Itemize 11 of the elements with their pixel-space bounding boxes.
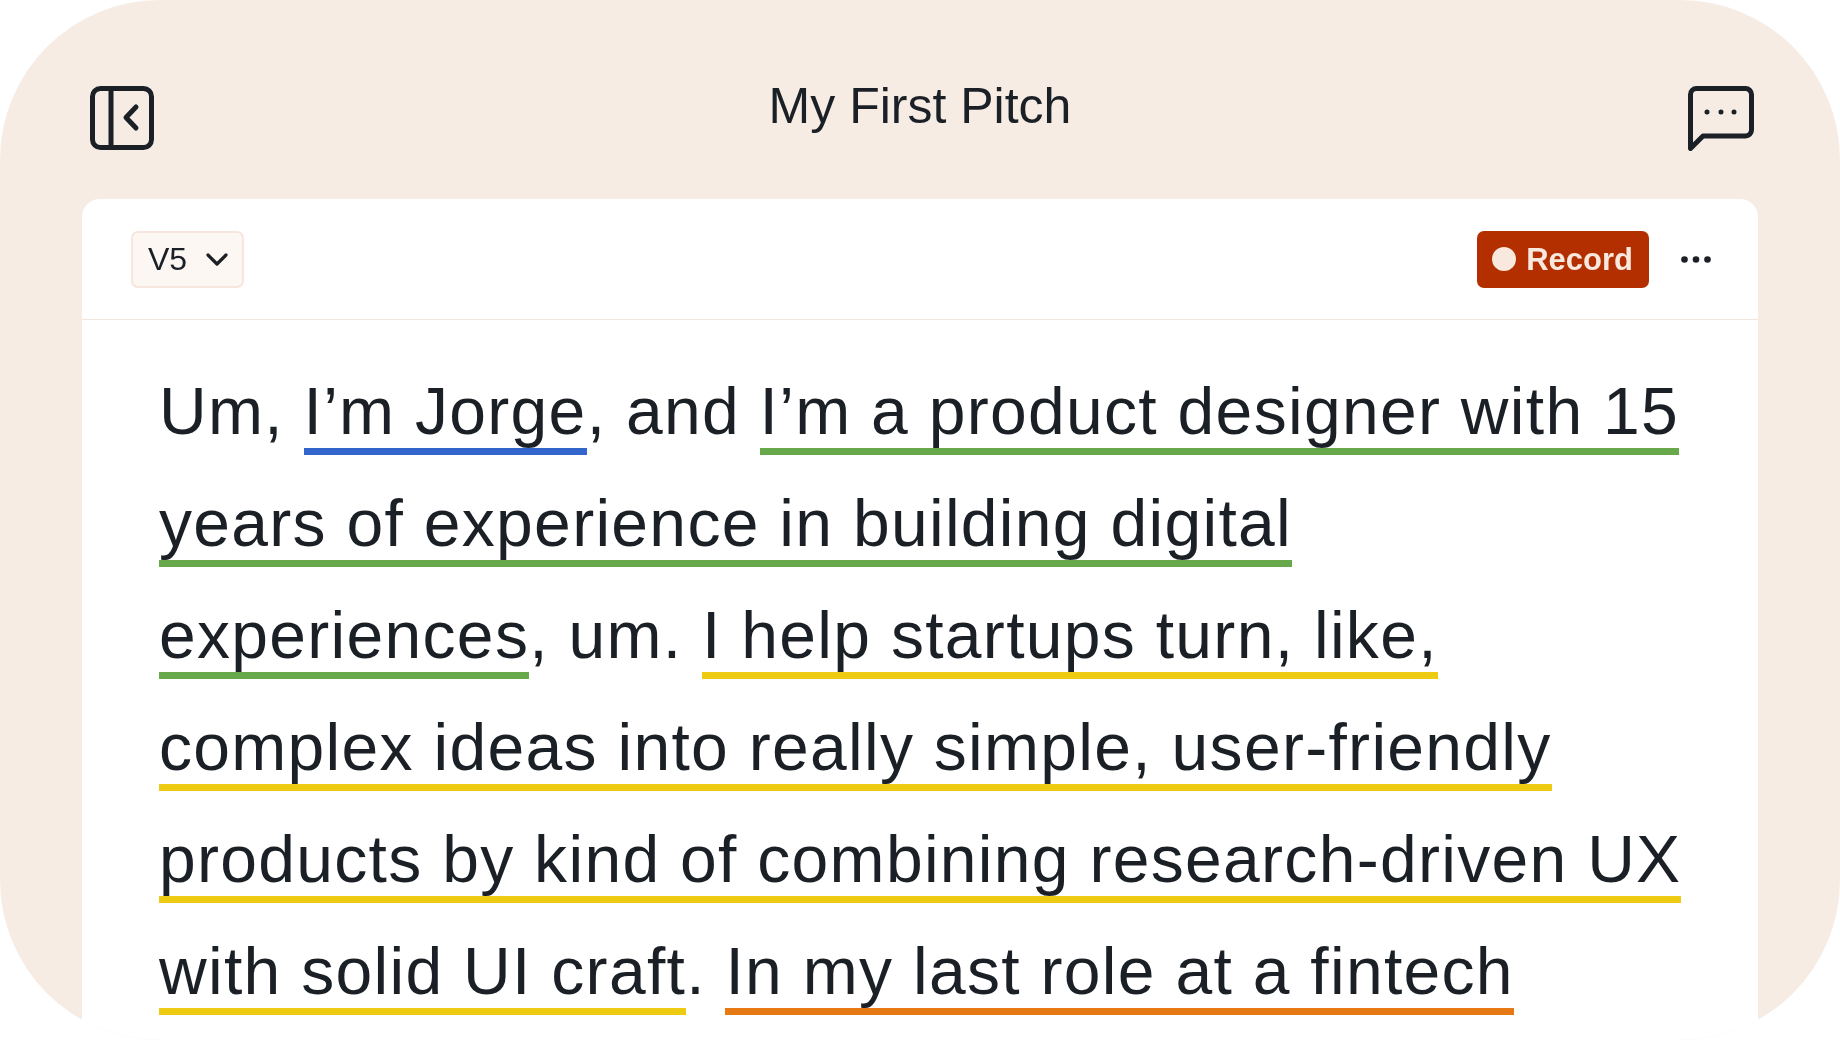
record-icon — [1492, 247, 1517, 271]
page-title: My First Pitch — [768, 81, 1072, 131]
panel-left-icon — [90, 86, 154, 150]
version-dropdown[interactable]: V5 — [131, 230, 245, 288]
record-button[interactable]: Record — [1477, 230, 1649, 288]
transcript-text: Um, I’m Jorge, and I’m a product designer with 15 years of experience in building digital experiences, um. I help startups turn, like, complex ideas into really simple, user-friendly products by kind of combining research-driven UX with solid UI craft. In my last role at a fintech — [159, 355, 1689, 1027]
chevron-down-icon — [206, 252, 229, 266]
sidebar-toggle-button[interactable] — [90, 86, 154, 150]
more-icon — [1681, 255, 1711, 263]
chat-bubble-icon — [1688, 86, 1754, 151]
comments-button[interactable] — [1688, 86, 1754, 151]
